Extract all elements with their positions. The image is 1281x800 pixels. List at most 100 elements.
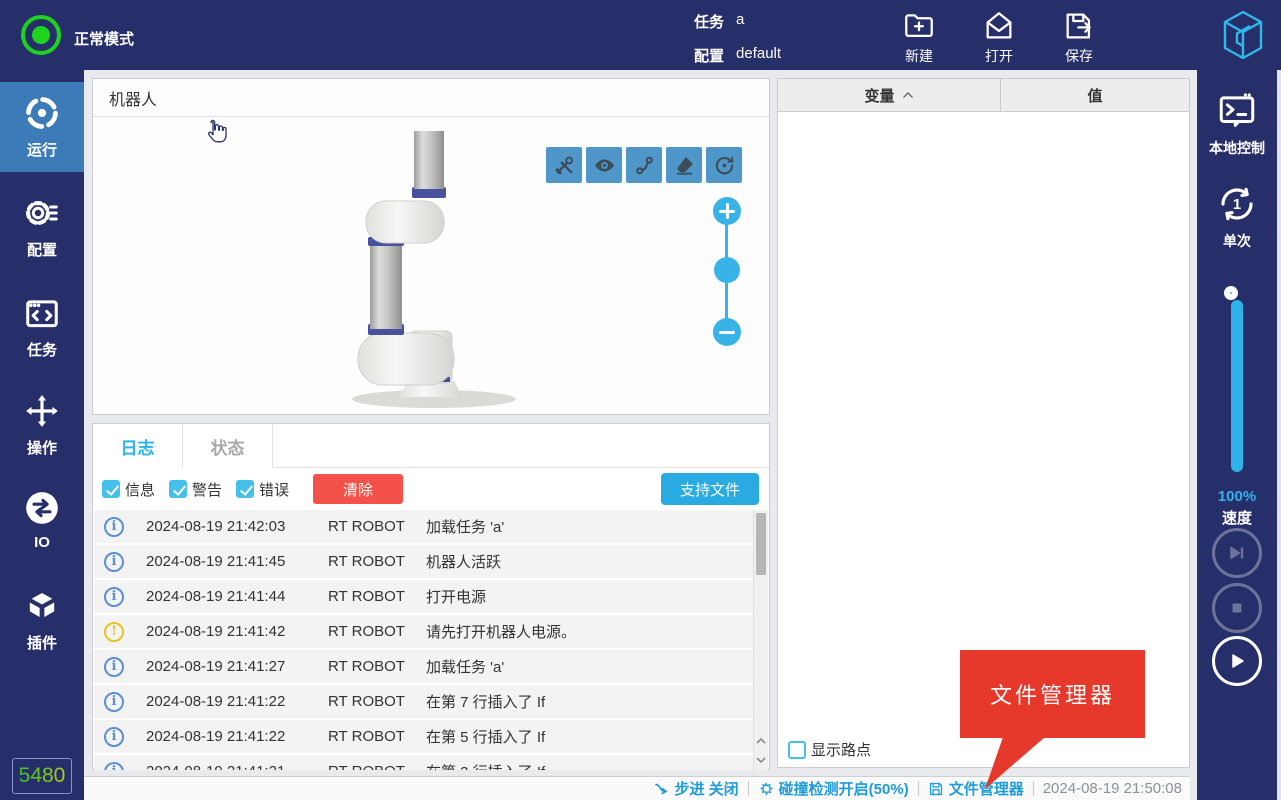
- save-task-button[interactable]: 保存: [1044, 9, 1114, 66]
- log-row[interactable]: 2024-08-19 21:41:42 RT ROBOT 请先打开机器人电源。: [94, 615, 754, 650]
- log-tabs: 日志 状态: [93, 424, 769, 468]
- config-row: 配置 default: [694, 45, 781, 66]
- repeat-once-icon: 1: [1216, 183, 1258, 225]
- mode-label: 正常模式: [74, 28, 134, 49]
- open-task-button[interactable]: 打开: [964, 9, 1034, 66]
- robot-3d-view[interactable]: [346, 131, 516, 411]
- speed-value: 100%: [1197, 488, 1277, 505]
- status-timestamp: 2024-08-19 21:50:08: [1043, 780, 1182, 797]
- config-gear-icon: [23, 194, 61, 232]
- log-source: RT ROBOT: [328, 658, 426, 675]
- log-message: 加载任务 'a': [426, 516, 754, 537]
- local-control-label: 本地控制: [1209, 138, 1265, 158]
- sidebar-item-config[interactable]: 配置: [0, 182, 84, 272]
- collision-icon: [758, 781, 774, 797]
- log-source: RT ROBOT: [328, 728, 426, 745]
- path-button[interactable]: [626, 147, 662, 183]
- right-edge-strip: [1277, 70, 1281, 800]
- zoom-in-button[interactable]: [713, 197, 741, 225]
- sidebar-item-label: 运行: [27, 139, 57, 160]
- log-level-icon: [104, 517, 124, 537]
- filter-info-checkbox[interactable]: 信息: [102, 479, 155, 500]
- log-level-icon: [104, 762, 124, 771]
- divider: [748, 781, 749, 796]
- support-files-button[interactable]: 支持文件: [661, 473, 759, 505]
- single-run-button[interactable]: 1 单次: [1197, 183, 1277, 251]
- speed-slider-handle[interactable]: [1224, 286, 1238, 300]
- log-row[interactable]: 2024-08-19 21:41:22 RT ROBOT 在第 7 行插入了 I…: [94, 685, 754, 720]
- sidebar-item-run[interactable]: 运行: [0, 82, 84, 172]
- divider: [918, 781, 919, 796]
- log-source: RT ROBOT: [328, 763, 426, 770]
- file-manager-callout: 文件管理器: [960, 650, 1145, 738]
- column-header-value[interactable]: 值: [1001, 79, 1189, 111]
- status-collision[interactable]: 碰撞检测开启(50%): [758, 778, 909, 799]
- log-source: RT ROBOT: [328, 553, 426, 570]
- log-time: 2024-08-19 21:41:27: [146, 658, 328, 675]
- step-arrow-icon: [654, 781, 670, 797]
- log-message: 在第 7 行插入了 If: [426, 691, 754, 712]
- checkbox-icon: [788, 741, 806, 759]
- tab-status[interactable]: 状态: [183, 424, 273, 468]
- scrollbar-thumb[interactable]: [756, 513, 766, 575]
- log-message: 加载任务 'a': [426, 656, 754, 677]
- sidebar-item-task[interactable]: 任务: [0, 282, 84, 372]
- clear-log-button[interactable]: 清除: [313, 474, 403, 504]
- eraser-button[interactable]: [666, 147, 702, 183]
- log-row[interactable]: 2024-08-19 21:41:44 RT ROBOT 打开电源: [94, 580, 754, 615]
- scroll-up-icon[interactable]: [754, 732, 768, 750]
- log-message: 打开电源: [426, 586, 754, 607]
- log-scrollbar[interactable]: [753, 510, 768, 770]
- status-counter: 5480: [12, 758, 72, 794]
- tab-log[interactable]: 日志: [93, 424, 183, 468]
- single-run-label: 单次: [1223, 231, 1251, 251]
- open-task-icon: [982, 9, 1016, 43]
- sidebar-item-plugin[interactable]: 插件: [0, 575, 84, 665]
- scroll-down-icon[interactable]: [754, 751, 768, 769]
- open-task-label: 打开: [985, 46, 1013, 66]
- log-time: 2024-08-19 21:41:21: [146, 763, 328, 770]
- log-row[interactable]: 2024-08-19 21:41:27 RT ROBOT 加载任务 'a': [94, 650, 754, 685]
- log-time: 2024-08-19 21:41:22: [146, 728, 328, 745]
- show-waypoints-checkbox[interactable]: 显示路点: [788, 739, 871, 760]
- filter-error-checkbox[interactable]: 错误: [236, 479, 289, 500]
- rotate-button[interactable]: [706, 147, 742, 183]
- filter-warning-checkbox[interactable]: 警告: [169, 479, 222, 500]
- new-task-label: 新建: [905, 46, 933, 66]
- run-icon: [23, 94, 61, 132]
- variables-header: 变量 值: [778, 79, 1189, 112]
- log-row[interactable]: 2024-08-19 21:42:03 RT ROBOT 加载任务 'a': [94, 510, 754, 545]
- move-arrows-icon: [23, 392, 61, 430]
- log-source: RT ROBOT: [328, 518, 426, 535]
- column-header-variable[interactable]: 变量: [778, 79, 1001, 111]
- sidebar-item-io[interactable]: IO: [0, 477, 84, 567]
- checkbox-icon: [169, 480, 187, 498]
- log-time: 2024-08-19 21:42:03: [146, 518, 328, 535]
- log-row[interactable]: 2024-08-19 21:41:22 RT ROBOT 在第 5 行插入了 I…: [94, 720, 754, 755]
- log-row[interactable]: 2024-08-19 21:41:45 RT ROBOT 机器人活跃: [94, 545, 754, 580]
- config-label: 配置: [694, 45, 724, 66]
- tools-button[interactable]: [546, 147, 582, 183]
- new-task-button[interactable]: 新建: [884, 9, 954, 66]
- speed-slider-track[interactable]: [1231, 300, 1243, 472]
- sort-asc-icon: [902, 91, 914, 99]
- skip-next-button[interactable]: [1212, 528, 1262, 578]
- log-message: 请先打开机器人电源。: [426, 621, 754, 642]
- log-level-icon: [104, 552, 124, 572]
- zoom-out-button[interactable]: [713, 318, 741, 346]
- local-control-button[interactable]: 本地控制: [1197, 90, 1277, 158]
- log-list[interactable]: 2024-08-19 21:42:03 RT ROBOT 加载任务 'a' 20…: [94, 510, 754, 770]
- sidebar-item-operate[interactable]: 操作: [0, 380, 84, 470]
- log-filterbar: 信息 警告 错误 清除 支持文件: [93, 468, 769, 510]
- config-value: default: [736, 45, 781, 66]
- play-button[interactable]: [1212, 636, 1262, 686]
- stop-button[interactable]: [1212, 583, 1262, 633]
- log-row[interactable]: 2024-08-19 21:41:21 RT ROBOT 在第 3 行插入了 I…: [94, 755, 754, 770]
- status-step[interactable]: 步进 关闭: [654, 778, 739, 799]
- zoom-slider-handle[interactable]: [714, 257, 740, 283]
- eye-button[interactable]: [586, 147, 622, 183]
- sidebar-item-label: 配置: [27, 239, 57, 260]
- new-task-icon: [902, 9, 936, 43]
- sidebar-item-label: IO: [34, 534, 50, 551]
- log-source: RT ROBOT: [328, 588, 426, 605]
